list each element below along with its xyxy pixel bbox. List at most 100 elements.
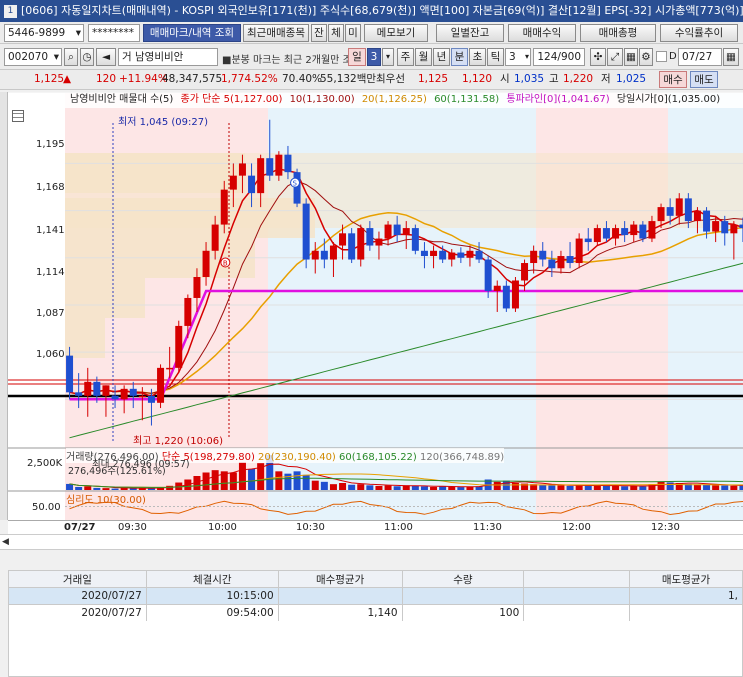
table-view-icon[interactable] bbox=[12, 110, 24, 122]
daily-balance-button[interactable]: 일별잔고 bbox=[436, 24, 504, 42]
candle bbox=[657, 207, 665, 222]
search-icon[interactable]: ⌕ bbox=[64, 48, 78, 66]
ratio-value: 70.40% bbox=[282, 73, 323, 85]
table-row[interactable]: 2020/07/27 09:54:00 1,140 100 bbox=[8, 604, 743, 622]
candle bbox=[393, 224, 401, 236]
candle bbox=[329, 245, 337, 260]
candle bbox=[375, 238, 383, 246]
memo-button[interactable]: 메모보기 bbox=[364, 24, 428, 42]
password-field[interactable]: ******** bbox=[88, 24, 140, 42]
candle bbox=[721, 221, 729, 234]
trade-mark-query-button[interactable]: 매매마크/내역 조회 bbox=[143, 24, 241, 42]
buy-button[interactable]: 매수 bbox=[659, 71, 687, 88]
gear-icon[interactable]: ⚙ bbox=[639, 48, 653, 66]
col-trade-date: 거래일 bbox=[8, 570, 147, 588]
calendar-icon[interactable]: ▦ bbox=[723, 48, 739, 66]
volume-bar bbox=[339, 483, 347, 490]
candle bbox=[621, 228, 629, 236]
interval-select[interactable]: 3 ▾ bbox=[505, 48, 531, 66]
candle bbox=[166, 367, 174, 370]
legend-ma20: 20(1,126.25) bbox=[361, 94, 427, 105]
candle bbox=[66, 355, 74, 393]
filled-button[interactable]: 체 bbox=[328, 24, 344, 42]
volume-profile-bar bbox=[65, 278, 145, 318]
title-bar: 1 [0606] 자동일지차트(매매내역) - KOSPI 외국인보유[171(천… bbox=[0, 0, 743, 22]
history-icon[interactable]: ◷ bbox=[80, 48, 94, 66]
scroll-left-icon[interactable]: ◀ bbox=[2, 537, 9, 547]
period-month-button[interactable]: 월 bbox=[415, 48, 432, 66]
volume-bar bbox=[730, 485, 738, 490]
volume-bar bbox=[229, 472, 237, 490]
candle bbox=[493, 285, 501, 291]
open-label: 시 bbox=[500, 73, 510, 85]
candle bbox=[402, 228, 410, 236]
spinner-icon[interactable]: ▾ bbox=[382, 48, 394, 66]
low-label: 저 bbox=[601, 73, 611, 85]
unfilled-button[interactable]: 미 bbox=[345, 24, 361, 42]
period-tick-button[interactable]: 틱 bbox=[487, 48, 504, 66]
candle bbox=[557, 256, 565, 269]
date-input[interactable]: 07/27 bbox=[678, 48, 722, 66]
volume-bar bbox=[439, 486, 447, 490]
candle bbox=[275, 154, 283, 176]
legend-stock: 남영비비안 매물대 수(5) bbox=[70, 94, 174, 105]
time-tick: 07/27 bbox=[64, 522, 96, 533]
candle bbox=[521, 263, 529, 281]
table-row[interactable]: 2020/07/27 10:15:00 1, bbox=[8, 587, 743, 605]
col-fill-time: 체결시간 bbox=[145, 570, 279, 588]
psy-legend: 심리도 10(30.00) bbox=[66, 495, 146, 506]
volume-bar bbox=[657, 481, 665, 490]
period-year-button[interactable]: 년 bbox=[433, 48, 450, 66]
trade-profit-button[interactable]: 매매수익 bbox=[508, 24, 576, 42]
compress-icon[interactable]: ✣ bbox=[590, 48, 606, 66]
candle bbox=[157, 367, 165, 403]
grid-icon[interactable]: ▦ bbox=[624, 48, 638, 66]
day-count-box[interactable]: 3 bbox=[367, 48, 381, 66]
sell-button[interactable]: 매도 bbox=[690, 71, 718, 88]
candle bbox=[220, 189, 228, 225]
trade-summary-button[interactable]: 매매총평 bbox=[580, 24, 656, 42]
best-ask: 1,125 bbox=[418, 73, 449, 85]
draw-icon[interactable]: ⤢ bbox=[607, 48, 623, 66]
stock-code-input[interactable]: 002070 ▾ bbox=[4, 48, 62, 66]
volume-bar bbox=[721, 485, 729, 490]
candle bbox=[539, 250, 547, 260]
time-tick: 09:30 bbox=[118, 522, 147, 533]
balance-button[interactable]: 잔 bbox=[311, 24, 327, 42]
candle bbox=[366, 228, 374, 246]
table-empty-area bbox=[8, 621, 743, 677]
candle bbox=[648, 221, 656, 239]
col-sell-avg: 매도평균가 bbox=[629, 570, 743, 588]
horizontal-scrollbar[interactable]: ◀ bbox=[0, 534, 743, 550]
window-title: [0606] 자동일지차트(매매내역) - KOSPI 외국인보유[171(천)… bbox=[21, 4, 743, 17]
volume-bar bbox=[712, 485, 720, 490]
candle bbox=[511, 280, 519, 309]
buy-marker-label: B bbox=[223, 260, 228, 268]
recent-trades-button[interactable]: 최근매매종목 bbox=[243, 24, 309, 42]
period-second-button[interactable]: 초 bbox=[469, 48, 486, 66]
candle bbox=[448, 252, 456, 260]
account-select[interactable]: 5446-9899 ▾ bbox=[4, 24, 84, 42]
time-tick: 12:00 bbox=[562, 522, 591, 533]
candle bbox=[693, 210, 701, 222]
volume-bar bbox=[357, 484, 365, 490]
candle bbox=[147, 395, 155, 403]
candle bbox=[202, 250, 210, 277]
speaker-icon[interactable]: ◄ bbox=[96, 48, 116, 66]
volume-bar bbox=[293, 471, 301, 490]
volume-bar bbox=[93, 487, 101, 490]
volume-bar bbox=[275, 471, 283, 490]
candle bbox=[630, 224, 638, 236]
period-minute-button[interactable]: 분 bbox=[451, 48, 468, 66]
volume-bar bbox=[211, 470, 219, 490]
date-checkbox[interactable] bbox=[656, 51, 667, 62]
candle bbox=[129, 388, 137, 396]
period-week-button[interactable]: 주 bbox=[397, 48, 414, 66]
return-trend-button[interactable]: 수익률추이 bbox=[660, 24, 738, 42]
trade-amount: 55,132백만 bbox=[320, 73, 377, 85]
candle bbox=[466, 250, 474, 258]
period-day-button[interactable]: 일 bbox=[348, 48, 366, 66]
splitter[interactable] bbox=[0, 550, 743, 570]
open-price: 1,035 bbox=[514, 73, 545, 85]
candle bbox=[666, 207, 674, 216]
